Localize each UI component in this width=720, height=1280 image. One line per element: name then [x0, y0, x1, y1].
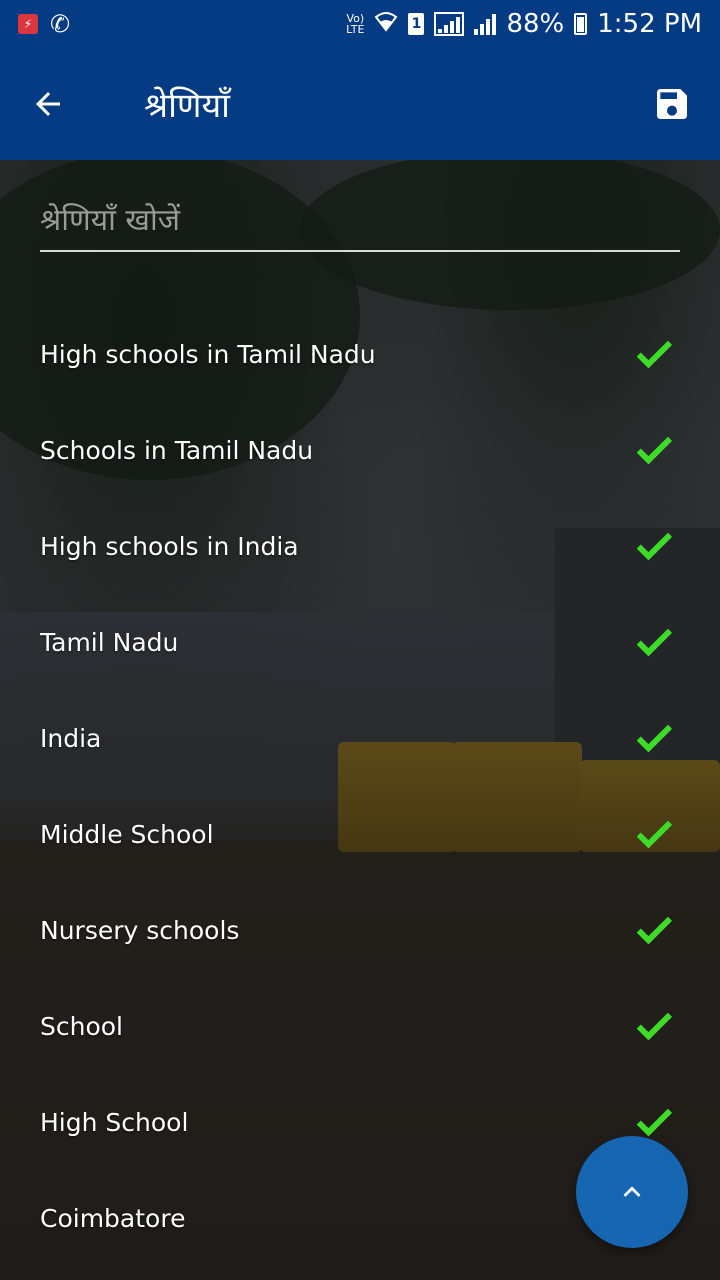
- scroll-up-button[interactable]: [576, 1136, 688, 1248]
- categories-screen: ⚡ ✆ Vo) LTE 1 88% 1:52 PM श्रेणियाँ श्रे…: [0, 0, 720, 1280]
- status-bar-notifications: ⚡ ✆: [0, 12, 70, 36]
- category-label: Nursery schools: [40, 915, 240, 945]
- save-button[interactable]: [624, 48, 720, 160]
- category-label: School: [40, 1011, 123, 1041]
- arrow-left-icon: [36, 92, 60, 116]
- list-item[interactable]: India: [0, 690, 720, 786]
- check-icon[interactable]: [632, 1004, 676, 1048]
- category-label: Middle School: [40, 819, 214, 849]
- category-label: Coimbatore: [40, 1203, 186, 1233]
- check-icon[interactable]: [632, 524, 676, 568]
- search-input[interactable]: [40, 190, 680, 250]
- list-item[interactable]: Middle School: [0, 786, 720, 882]
- list-item[interactable]: Nursery schools: [0, 882, 720, 978]
- app-notification-icon: ⚡: [18, 14, 38, 34]
- check-icon[interactable]: [632, 716, 676, 760]
- check-icon[interactable]: [632, 428, 676, 472]
- search-field: [40, 190, 680, 252]
- category-label: India: [40, 723, 102, 753]
- app-bar: श्रेणियाँ: [0, 48, 720, 160]
- list-item[interactable]: High schools in India: [0, 498, 720, 594]
- category-label: High School: [40, 1107, 189, 1137]
- list-item[interactable]: School: [0, 978, 720, 1074]
- wifi-icon: [374, 10, 398, 38]
- check-icon[interactable]: [632, 620, 676, 664]
- check-icon[interactable]: [632, 812, 676, 856]
- volte-lte-icon: Vo) LTE: [346, 12, 365, 36]
- category-label: Tamil Nadu: [40, 627, 179, 657]
- category-label: High schools in India: [40, 531, 299, 561]
- check-icon[interactable]: [632, 332, 676, 376]
- floppy-disk-icon: [657, 89, 687, 119]
- list-item[interactable]: Schools in Tamil Nadu: [0, 402, 720, 498]
- status-bar: ⚡ ✆ Vo) LTE 1 88% 1:52 PM: [0, 0, 720, 48]
- clock: 1:52 PM: [597, 9, 702, 39]
- battery-percent: 88%: [506, 9, 565, 39]
- chevron-up-icon: [623, 1186, 641, 1197]
- list-item[interactable]: Tamil Nadu: [0, 594, 720, 690]
- battery-icon: [574, 13, 588, 35]
- back-button[interactable]: [0, 48, 96, 160]
- signal-strength-icon: [434, 12, 465, 36]
- category-list: High schools in Tamil Nadu Schools in Ta…: [0, 306, 720, 1266]
- check-icon[interactable]: [632, 908, 676, 952]
- category-label: Schools in Tamil Nadu: [40, 435, 314, 465]
- list-item[interactable]: High schools in Tamil Nadu: [0, 306, 720, 402]
- page-title: श्रेणियाँ: [144, 86, 230, 126]
- phone-call-icon: ✆: [50, 10, 71, 38]
- signal-strength-icon: [474, 13, 497, 35]
- sim-slot-icon: 1: [408, 13, 425, 35]
- status-bar-system: Vo) LTE 1 88% 1:52 PM: [346, 9, 720, 39]
- category-label: High schools in Tamil Nadu: [40, 339, 376, 369]
